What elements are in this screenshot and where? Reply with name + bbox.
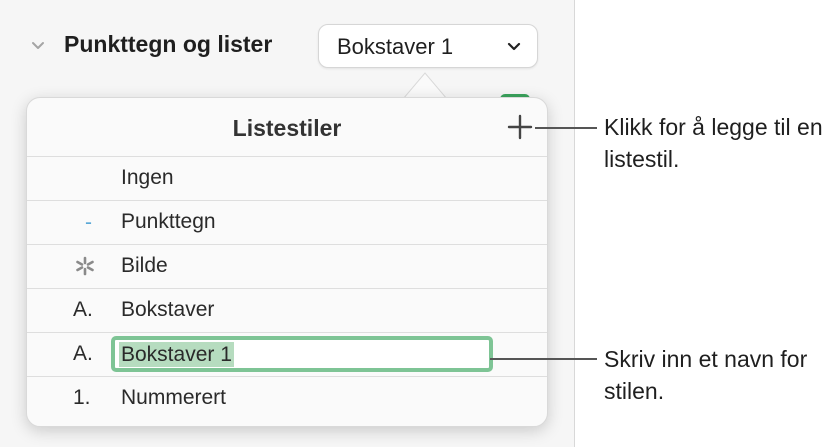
- list-marker: 1.: [73, 386, 91, 409]
- chevron-down-icon[interactable]: [30, 38, 46, 54]
- style-name-field[interactable]: Bokstaver 1: [111, 336, 493, 372]
- list-style-row-punkttegn[interactable]: - Punkttegn: [27, 200, 547, 244]
- list-style-label: Nummerert: [121, 386, 227, 409]
- chevron-down-icon: [507, 42, 521, 51]
- panel-divider: [574, 0, 575, 447]
- list-styles-popover: Listestiler Ingen - Punkttegn Bilde A. B…: [26, 97, 548, 427]
- list-style-label: Bokstaver: [121, 298, 215, 321]
- list-marker: A.: [73, 342, 93, 365]
- list-style-label: Bilde: [121, 254, 168, 277]
- list-style-row-bokstaver[interactable]: A. Bokstaver: [27, 288, 547, 332]
- list-style-row-bilde[interactable]: Bilde: [27, 244, 547, 288]
- popover-title: Listestiler: [232, 115, 342, 141]
- list-style-popup-value: Bokstaver 1: [337, 34, 454, 59]
- callout-line-name: [490, 358, 597, 360]
- section-title: Punkttegn og lister: [64, 31, 273, 57]
- asterisk-image-icon: [76, 256, 94, 276]
- list-style-label: Punkttegn: [121, 210, 216, 233]
- plus-icon[interactable]: [507, 114, 533, 140]
- list-style-popup-button[interactable]: Bokstaver 1: [318, 24, 538, 68]
- list-style-row-ingen[interactable]: Ingen: [27, 156, 547, 200]
- callout-name-style: Skriv inn et navn for stilen.: [604, 346, 808, 404]
- callout-line-add: [535, 127, 597, 129]
- callout-add-style: Klikk for å legge til en listestil.: [604, 114, 823, 172]
- list-marker: A.: [73, 298, 93, 321]
- list-style-row-nummerert[interactable]: 1. Nummerert: [27, 376, 547, 426]
- list-style-row-bokstaver-1[interactable]: A. Bokstaver 1: [27, 332, 547, 376]
- popover-arrow: [403, 72, 447, 99]
- list-style-label: Ingen: [121, 166, 174, 189]
- selected-text: Bokstaver 1: [119, 342, 234, 367]
- bullet-dash-marker: -: [85, 211, 92, 234]
